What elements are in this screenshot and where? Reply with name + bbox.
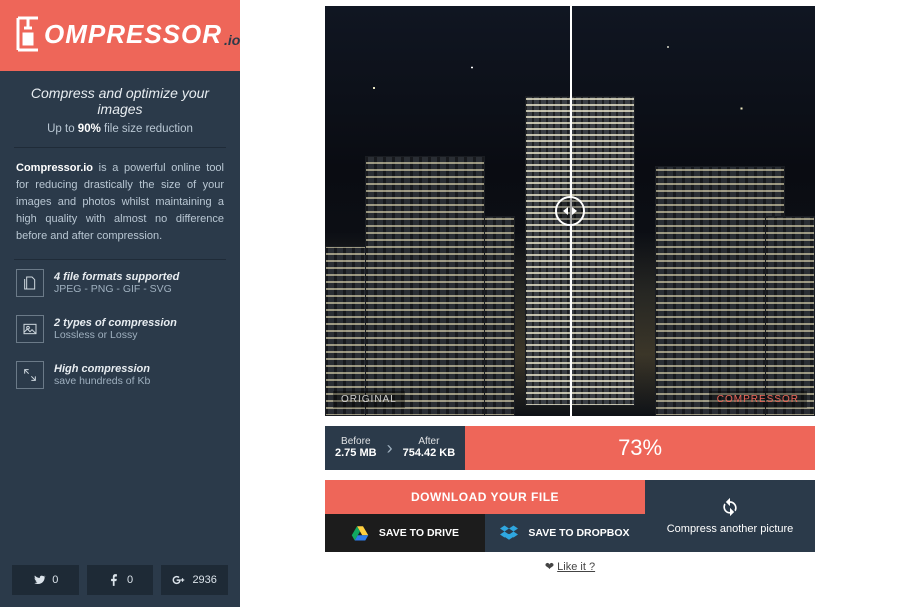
logo[interactable]: OMPRESSOR .io <box>0 0 240 71</box>
logo-suffix: .io <box>224 32 240 48</box>
description: Compressor.io is a powerful online tool … <box>0 148 240 259</box>
feature-formats: 4 file formats supportedJPEG - PNG - GIF… <box>0 260 240 306</box>
gplus-button[interactable]: 2936 <box>161 565 228 595</box>
twitter-icon <box>32 573 46 587</box>
gplus-icon <box>172 573 186 587</box>
twitter-count: 0 <box>52 574 58 586</box>
actions: DOWNLOAD YOUR FILE SAVE TO DRIVE SAVE TO… <box>325 480 815 552</box>
save-drive-button[interactable]: SAVE TO DRIVE <box>325 514 485 552</box>
compress-again-button[interactable]: Compress another picture <box>645 480 815 552</box>
like-it: ❤ Like it ? <box>325 560 815 573</box>
clamp-icon <box>12 14 42 54</box>
chevron-right-icon: › <box>387 438 393 459</box>
feature-types: 2 types of compressionLossless or Lossy <box>0 306 240 352</box>
stat-before: Before 2.75 MB <box>335 436 377 460</box>
social-row: 0 0 2936 <box>0 555 240 607</box>
sidebar: OMPRESSOR .io Compress and optimize your… <box>0 0 240 607</box>
image-icon <box>16 315 44 343</box>
facebook-icon <box>107 573 121 587</box>
dropbox-icon <box>500 525 518 541</box>
stat-after: After 754.42 KB <box>403 436 456 460</box>
label-original: ORIGINAL <box>333 391 405 408</box>
gplus-count: 2936 <box>192 574 216 586</box>
image-compare[interactable]: ORIGINAL COMPRESSOR <box>325 6 815 416</box>
refresh-icon <box>720 497 740 517</box>
drive-icon <box>351 525 369 541</box>
logo-text: OMPRESSOR <box>44 19 222 50</box>
like-it-link[interactable]: Like it ? <box>557 561 595 573</box>
facebook-button[interactable]: 0 <box>87 565 154 595</box>
stat-percent: 73% <box>465 426 815 470</box>
twitter-button[interactable]: 0 <box>12 565 79 595</box>
file-icon <box>16 269 44 297</box>
compare-handle[interactable] <box>555 196 585 226</box>
stats-bar: Before 2.75 MB › After 754.42 KB 73% <box>325 426 815 470</box>
label-compressor: COMPRESSOR <box>709 391 807 408</box>
facebook-count: 0 <box>127 574 133 586</box>
feature-compression: High compressionsave hundreds of Kb <box>0 352 240 398</box>
main: ORIGINAL COMPRESSOR Before 2.75 MB › Aft… <box>240 0 900 607</box>
download-button[interactable]: DOWNLOAD YOUR FILE <box>325 480 645 514</box>
save-dropbox-button[interactable]: SAVE TO DROPBOX <box>485 514 645 552</box>
subline: Up to 90% file size reduction <box>0 123 240 147</box>
compress-icon <box>16 361 44 389</box>
tagline: Compress and optimize your images <box>0 71 240 123</box>
